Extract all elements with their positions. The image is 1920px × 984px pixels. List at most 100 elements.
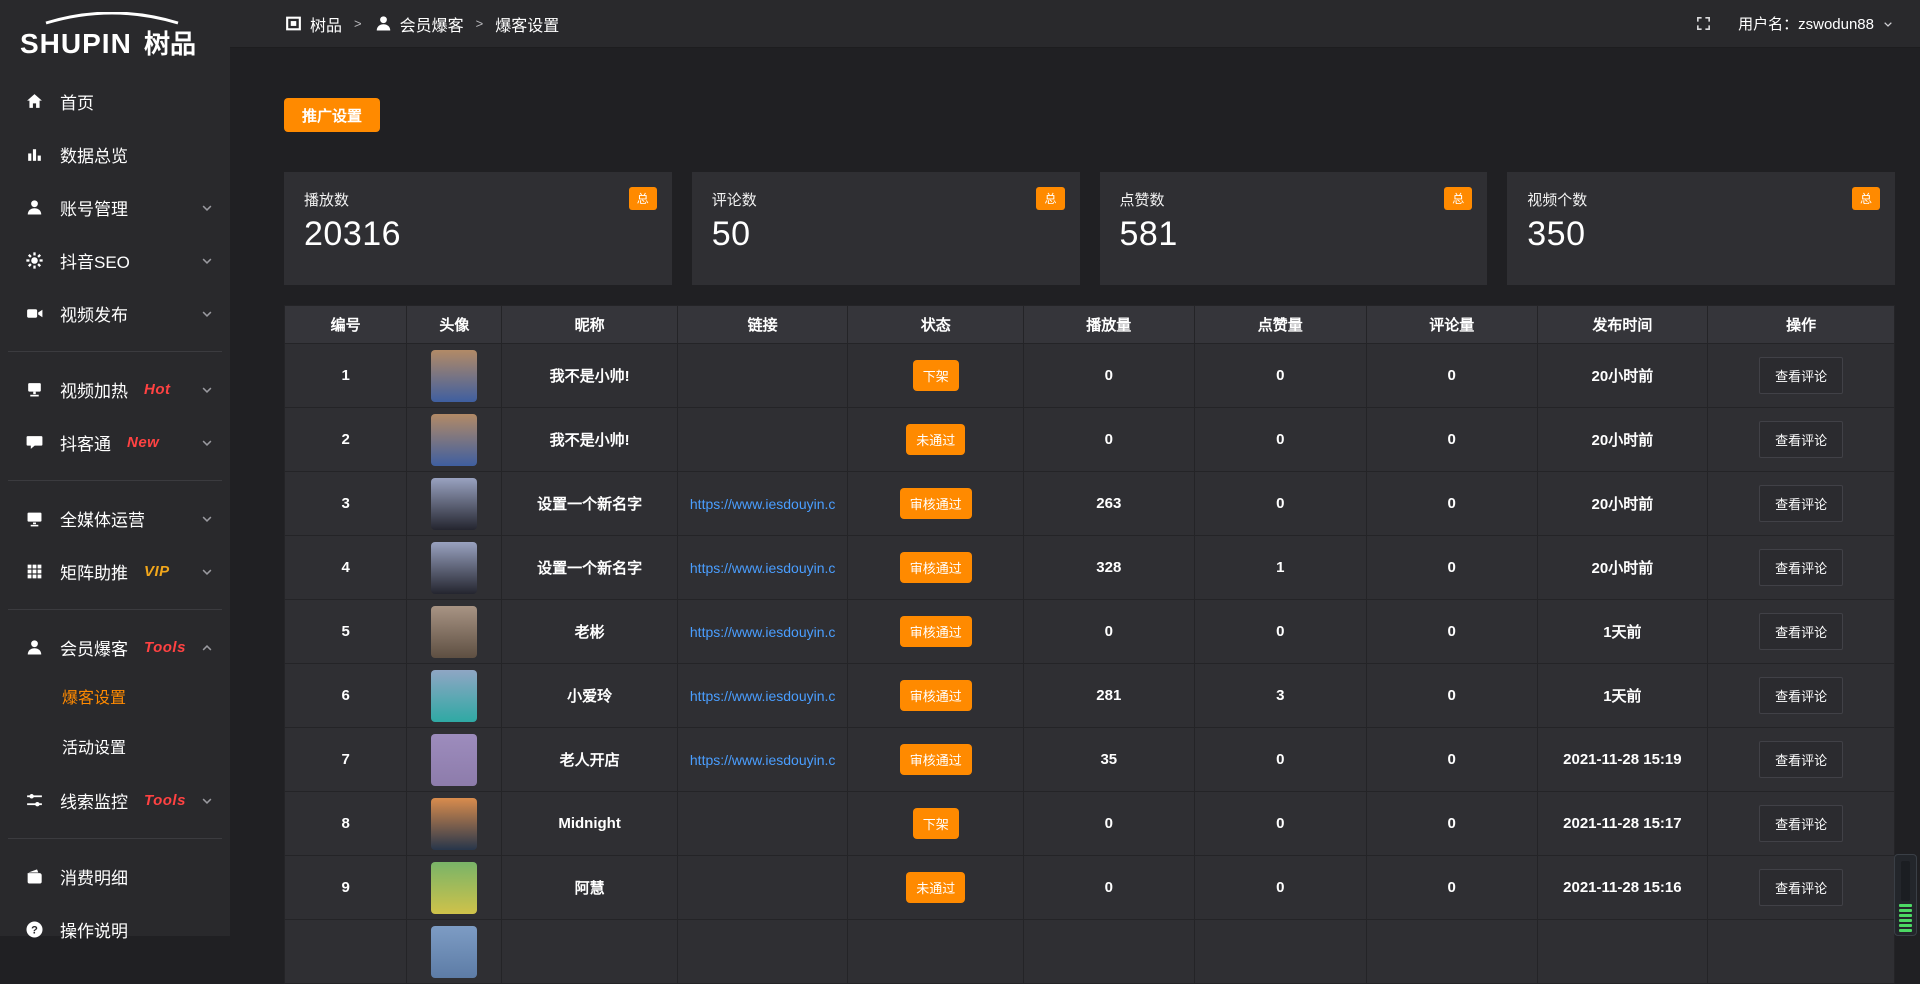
app-icon (284, 14, 303, 33)
cell-id: 9 (285, 856, 407, 920)
status-badge[interactable]: 未通过 (906, 872, 965, 903)
stat-value: 581 (1120, 215, 1468, 254)
stat-card: 点赞数581总 (1100, 172, 1488, 285)
cell-avatar (407, 664, 502, 728)
sidebar-item-data-overview[interactable]: 数据总览 (0, 128, 230, 181)
view-comments-button[interactable]: 查看评论 (1759, 741, 1843, 778)
avatar (431, 414, 477, 466)
view-comments-button[interactable]: 查看评论 (1759, 677, 1843, 714)
cell-status: 审核通过 (848, 664, 1023, 728)
column-header-4: 状态 (848, 306, 1023, 344)
sidebar-item-account[interactable]: 账号管理 (0, 181, 230, 234)
cell-time: 2021-11-28 15:17 (1537, 792, 1708, 856)
fullscreen-icon[interactable] (1695, 15, 1712, 32)
sidebar-item-douyin-seo[interactable]: 抖音SEO (0, 234, 230, 287)
breadcrumb: 树品>会员爆客>爆客设置 (284, 12, 559, 36)
status-badge[interactable]: 下架 (913, 360, 959, 391)
sidebar-item-help[interactable]: ?操作说明 (0, 903, 230, 956)
status-badge[interactable]: 审核通过 (900, 488, 972, 519)
help-icon: ? (24, 920, 44, 940)
sidebar-divider (8, 838, 222, 839)
cell-plays: 35 (1023, 728, 1194, 792)
breadcrumb-item[interactable]: 树品 (284, 12, 342, 36)
avatar (431, 670, 477, 722)
cell-nickname: 设置一个新名字 (502, 536, 677, 600)
sidebar-subitem-爆客设置[interactable]: 爆客设置 (0, 674, 230, 724)
indicator-track (1901, 861, 1910, 901)
cell-likes: 0 (1194, 600, 1366, 664)
cell-link (677, 344, 848, 408)
table-row: 5老彬https://www.iesdouyin.c审核通过0001天前查看评论 (285, 600, 1895, 664)
cell-comments: 0 (1366, 344, 1537, 408)
column-header-5: 播放量 (1023, 306, 1194, 344)
sidebar-item-member-baoke[interactable]: 会员爆客Tools (0, 621, 230, 674)
status-badge[interactable]: 审核通过 (900, 680, 972, 711)
table-row: 4设置一个新名字https://www.iesdouyin.c审核通过32810… (285, 536, 1895, 600)
video-link[interactable]: https://www.iesdouyin.c (679, 624, 847, 640)
cell-nickname: 我不是小帅! (502, 408, 677, 472)
view-comments-button[interactable]: 查看评论 (1759, 549, 1843, 586)
view-comments-button[interactable]: 查看评论 (1759, 869, 1843, 906)
cell-time: 20小时前 (1537, 344, 1708, 408)
avatar (431, 478, 477, 530)
cell-action: 查看评论 (1708, 408, 1895, 472)
cell-action: 查看评论 (1708, 664, 1895, 728)
monitor-icon (24, 509, 44, 529)
view-comments-button[interactable]: 查看评论 (1759, 357, 1843, 394)
main-content: 推广设置 播放数20316总评论数50总点赞数581总视频个数350总 编号头像… (230, 48, 1920, 936)
video-link[interactable]: https://www.iesdouyin.c (679, 560, 847, 576)
breadcrumb-item[interactable]: 爆客设置 (495, 12, 559, 36)
view-comments-button[interactable]: 查看评论 (1759, 485, 1843, 522)
status-badge[interactable]: 审核通过 (900, 616, 972, 647)
sidebar-item-video-heat[interactable]: 视频加热Hot (0, 363, 230, 416)
chevron-down-icon (200, 307, 214, 321)
promo-settings-button[interactable]: 推广设置 (284, 98, 380, 132)
video-link[interactable]: https://www.iesdouyin.c (679, 496, 847, 512)
cell-status: 下架 (848, 792, 1023, 856)
status-badge[interactable]: 下架 (913, 808, 959, 839)
user-icon (374, 14, 393, 33)
avatar (431, 606, 477, 658)
cell-nickname: Midnight (502, 792, 677, 856)
cell-avatar (407, 856, 502, 920)
chevron-up-icon (200, 641, 214, 655)
sidebar-item-douketong[interactable]: 抖客通New (0, 416, 230, 469)
table-row: 7老人开店https://www.iesdouyin.c审核通过35002021… (285, 728, 1895, 792)
sidebar-subitem-活动设置[interactable]: 活动设置 (0, 724, 230, 774)
cell-id: 5 (285, 600, 407, 664)
chevron-down-icon (200, 794, 214, 808)
video-link[interactable]: https://www.iesdouyin.c (679, 752, 847, 768)
sidebar-item-home[interactable]: 首页 (0, 75, 230, 128)
cell-avatar (407, 728, 502, 792)
video-icon (24, 304, 44, 324)
home-icon (24, 92, 44, 112)
user-menu[interactable]: 用户名：zswodun88 (1738, 13, 1894, 34)
cell-id: 4 (285, 536, 407, 600)
status-badge[interactable]: 审核通过 (900, 552, 972, 583)
sidebar-item-label: 全媒体运营 (60, 506, 145, 531)
cell-time: 2021-11-28 15:19 (1537, 728, 1708, 792)
sliders-icon (24, 791, 44, 811)
sidebar-item-consume-detail[interactable]: 消费明细 (0, 850, 230, 903)
cell-link: https://www.iesdouyin.c (677, 600, 848, 664)
status-badge[interactable]: 未通过 (906, 424, 965, 455)
view-comments-button[interactable]: 查看评论 (1759, 805, 1843, 842)
cell-nickname (502, 920, 677, 984)
breadcrumb-separator: > (354, 16, 362, 31)
sidebar-item-label: 数据总览 (60, 142, 128, 167)
breadcrumb-item[interactable]: 会员爆客 (374, 12, 464, 36)
sidebar-item-label: 视频加热 (60, 377, 128, 402)
table-row: 1我不是小帅!下架00020小时前查看评论 (285, 344, 1895, 408)
view-comments-button[interactable]: 查看评论 (1759, 421, 1843, 458)
sidebar-item-matrix-boost[interactable]: 矩阵助推VIP (0, 545, 230, 598)
column-header-3: 链接 (677, 306, 848, 344)
video-link[interactable]: https://www.iesdouyin.c (679, 688, 847, 704)
stat-card: 视频个数350总 (1507, 172, 1895, 285)
sidebar-item-video-publish[interactable]: 视频发布 (0, 287, 230, 340)
sidebar-item-media-ops[interactable]: 全媒体运营 (0, 492, 230, 545)
cell-action: 查看评论 (1708, 536, 1895, 600)
status-badge[interactable]: 审核通过 (900, 744, 972, 775)
cell-link: https://www.iesdouyin.c (677, 472, 848, 536)
sidebar-item-clue-monitor[interactable]: 线索监控Tools (0, 774, 230, 827)
view-comments-button[interactable]: 查看评论 (1759, 613, 1843, 650)
